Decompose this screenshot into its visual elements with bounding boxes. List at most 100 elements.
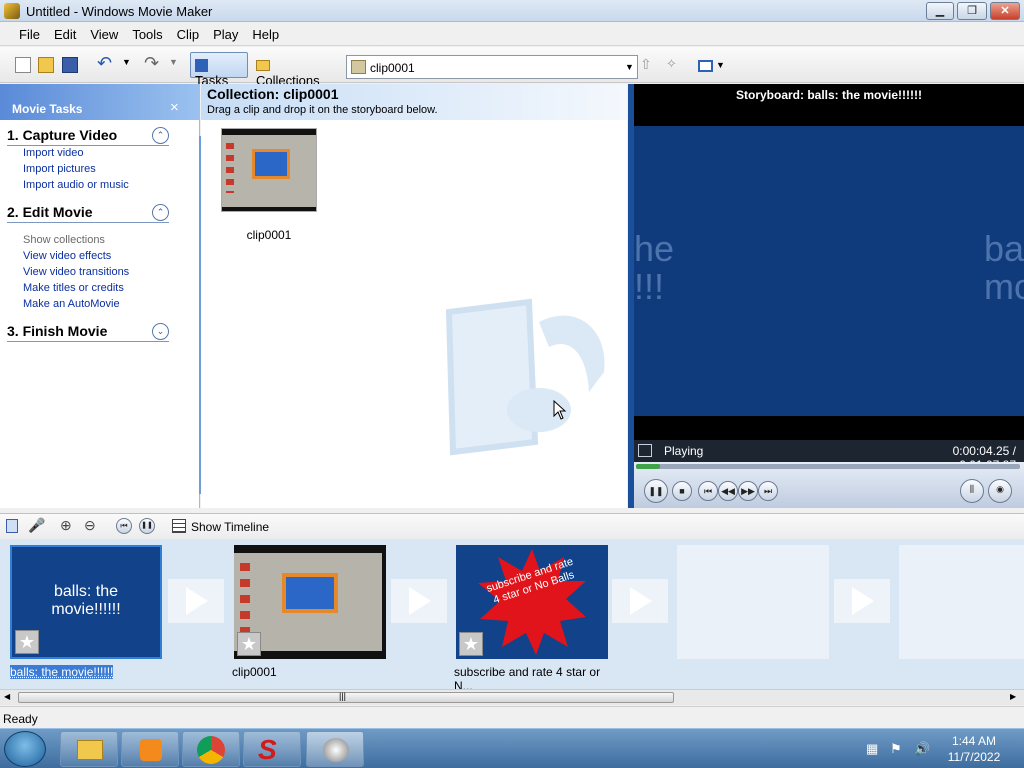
transition-slot[interactable] bbox=[834, 579, 890, 623]
redo-icon[interactable]: ↷ bbox=[144, 53, 159, 74]
seek-bar[interactable] bbox=[636, 464, 1020, 469]
fast-forward-button[interactable]: ▶▶ bbox=[738, 481, 758, 501]
make-automovie-link[interactable]: Make an AutoMovie bbox=[23, 298, 120, 310]
views-icon[interactable] bbox=[698, 60, 713, 72]
empty-clip-slot[interactable] bbox=[677, 545, 829, 659]
timeline-icon bbox=[172, 519, 186, 533]
set-audio-levels-icon[interactable] bbox=[6, 519, 18, 533]
play-storyboard-button[interactable]: ❚❚ bbox=[139, 518, 155, 534]
maximize-button[interactable]: ❐ bbox=[957, 2, 987, 20]
clip-thumbnail[interactable] bbox=[221, 128, 317, 212]
view-video-effects-link[interactable]: View video effects bbox=[23, 250, 111, 262]
transition-slot[interactable] bbox=[168, 579, 224, 623]
transition-slot[interactable] bbox=[391, 579, 447, 623]
storyboard-clip-subscribe[interactable]: subscribe and rate 4 star or No Balls ★ bbox=[456, 545, 608, 659]
explorer-taskbar-icon[interactable] bbox=[60, 731, 118, 767]
collection-dropdown[interactable]: clip0001 ▼ bbox=[346, 55, 638, 79]
ghost-right-line-1: ba bbox=[984, 228, 1024, 269]
playback-controls: ❚❚ ■ ⏮ ◀◀ ▶▶ ⏭ ⫼ ◉ bbox=[634, 462, 1024, 508]
new-project-icon[interactable] bbox=[15, 57, 31, 73]
scroll-right-icon[interactable]: ▶ bbox=[1010, 692, 1016, 701]
menu-tools[interactable]: Tools bbox=[125, 23, 169, 45]
open-project-icon[interactable] bbox=[38, 57, 54, 73]
collapse-capture-icon[interactable]: ⌃ bbox=[152, 127, 169, 144]
video-effect-star-icon[interactable]: ★ bbox=[237, 632, 261, 656]
movie-maker-watermark-icon bbox=[445, 298, 605, 456]
menu-bar: File Edit View Tools Clip Play Help bbox=[0, 23, 1024, 46]
narrate-timeline-icon[interactable]: 🎤 bbox=[28, 517, 45, 534]
up-level-icon[interactable]: ⇧ bbox=[640, 56, 658, 74]
movie-maker-taskbar-icon[interactable] bbox=[306, 731, 364, 767]
tasks-icon bbox=[195, 59, 208, 72]
split-clip-icon[interactable]: ⫼ bbox=[960, 479, 984, 503]
collections-button[interactable]: Collections bbox=[251, 52, 335, 88]
expand-finish-icon[interactable]: ⌄ bbox=[152, 323, 169, 340]
pause-button[interactable]: ❚❚ bbox=[644, 479, 668, 503]
import-audio-link[interactable]: Import audio or music bbox=[23, 179, 129, 191]
menu-edit[interactable]: Edit bbox=[47, 23, 83, 45]
collection-instructions: Drag a clip and drop it on the storyboar… bbox=[207, 104, 438, 116]
clock-time: 1:44 AM bbox=[951, 734, 997, 748]
media-player-taskbar-icon[interactable] bbox=[121, 731, 179, 767]
rewind-storyboard-button[interactable]: ⏮ bbox=[116, 518, 132, 534]
take-picture-icon[interactable]: ◉ bbox=[988, 479, 1012, 503]
scrollbar-thumb[interactable]: ||| bbox=[18, 691, 674, 703]
capture-video-heading[interactable]: 1. Capture Video bbox=[7, 127, 169, 146]
collection-title: Collection: clip0001 bbox=[207, 86, 339, 102]
menu-clip[interactable]: Clip bbox=[170, 23, 206, 45]
finish-movie-heading[interactable]: 3. Finish Movie bbox=[7, 323, 169, 342]
new-collection-icon[interactable]: ✧ bbox=[666, 56, 684, 74]
make-titles-link[interactable]: Make titles or credits bbox=[23, 282, 124, 294]
transition-ghost-right: ba mo bbox=[984, 230, 1024, 306]
undo-dropdown-icon[interactable]: ▼ bbox=[122, 57, 131, 67]
storyboard-scrollbar[interactable]: ◀ ||| ▶ bbox=[0, 689, 1024, 705]
collection-header: Collection: clip0001 Drag a clip and dro… bbox=[201, 84, 627, 120]
close-task-pane-icon[interactable]: × bbox=[170, 99, 179, 116]
storyboard-clip-title[interactable]: balls: the movie!!!!!! ★ bbox=[10, 545, 162, 659]
taskbar-clock[interactable]: 1:44 AM 11/7/2022 bbox=[934, 733, 1014, 765]
rewind-button[interactable]: ◀◀ bbox=[718, 481, 738, 501]
close-button[interactable]: ✕ bbox=[990, 2, 1020, 20]
storyboard: balls: the movie!!!!!! ★ balls: the movi… bbox=[0, 539, 1024, 693]
empty-clip-slot[interactable] bbox=[899, 545, 1024, 659]
zoom-in-icon[interactable]: ⊕ bbox=[60, 517, 72, 534]
storyboard-label-title-text: balls: the movie!!!!!! bbox=[10, 665, 114, 679]
edit-movie-heading[interactable]: 2. Edit Movie bbox=[7, 204, 169, 223]
previous-frame-button[interactable]: ⏮ bbox=[698, 481, 718, 501]
menu-help[interactable]: Help bbox=[245, 23, 286, 45]
tray-flag-icon[interactable]: ⚑ bbox=[890, 741, 902, 757]
video-effect-star-icon[interactable]: ★ bbox=[15, 630, 39, 654]
playback-status: Playing bbox=[664, 444, 704, 458]
menu-view[interactable]: View bbox=[83, 23, 125, 45]
chrome-taskbar-icon[interactable] bbox=[182, 731, 240, 767]
import-pictures-link[interactable]: Import pictures bbox=[23, 163, 96, 175]
window-title: Untitled - Windows Movie Maker bbox=[26, 4, 213, 19]
transition-slot[interactable] bbox=[612, 579, 668, 623]
tasks-button[interactable]: Tasks bbox=[190, 52, 248, 88]
screen-size-icon[interactable] bbox=[638, 444, 652, 457]
menu-file[interactable]: File bbox=[12, 23, 47, 45]
menu-play[interactable]: Play bbox=[206, 23, 245, 45]
storyboard-clip-video[interactable]: ★ bbox=[234, 545, 386, 659]
next-frame-button[interactable]: ⏭ bbox=[758, 481, 778, 501]
collapse-edit-icon[interactable]: ⌃ bbox=[152, 204, 169, 221]
undo-icon[interactable]: ↶ bbox=[97, 53, 112, 74]
redo-dropdown-icon[interactable]: ▼ bbox=[169, 57, 178, 67]
zoom-out-icon[interactable]: ⊖ bbox=[84, 517, 96, 534]
stunt-app-taskbar-icon[interactable]: S bbox=[243, 731, 301, 767]
start-button[interactable] bbox=[4, 731, 46, 767]
preview-title: Storyboard: balls: the movie!!!!!! bbox=[634, 84, 1024, 126]
ghost-left-line-2: !!! bbox=[634, 266, 665, 307]
minimize-button[interactable]: ▁ bbox=[926, 2, 954, 20]
view-video-transitions-link[interactable]: View video transitions bbox=[23, 266, 129, 278]
tray-volume-icon[interactable]: 🔊 bbox=[914, 741, 930, 757]
scroll-left-icon[interactable]: ◀ bbox=[4, 692, 10, 701]
video-effect-star-icon[interactable]: ★ bbox=[459, 632, 483, 656]
show-timeline-button[interactable]: Show Timeline bbox=[191, 520, 269, 534]
import-video-link[interactable]: Import video bbox=[23, 147, 84, 159]
pane-divider bbox=[199, 136, 201, 494]
views-dropdown-icon[interactable]: ▼ bbox=[716, 60, 725, 70]
tray-network-icon[interactable]: ▦ bbox=[866, 741, 878, 757]
save-project-icon[interactable] bbox=[62, 57, 78, 73]
stop-button[interactable]: ■ bbox=[672, 481, 692, 501]
